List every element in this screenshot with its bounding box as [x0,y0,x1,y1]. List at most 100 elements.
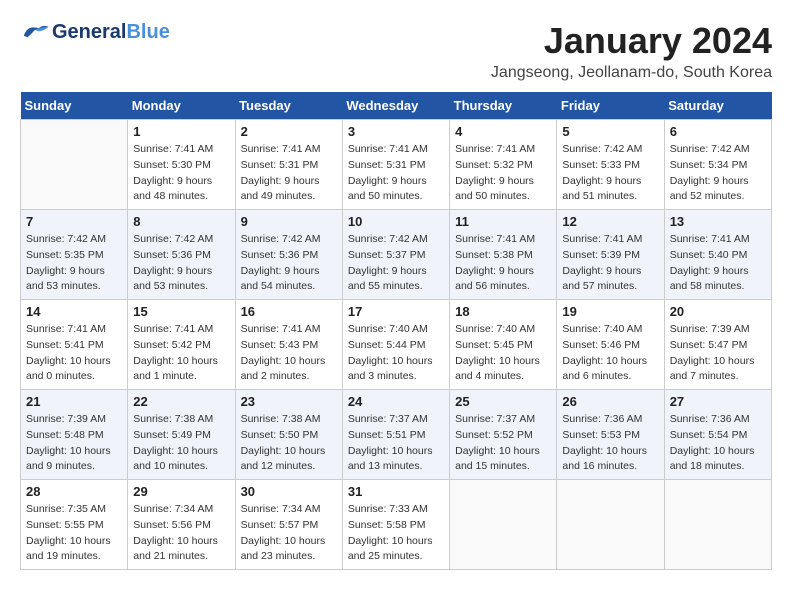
calendar-cell: 21 Sunrise: 7:39 AMSunset: 5:48 PMDayligh… [21,390,128,480]
day-number: 17 [348,304,444,319]
calendar-cell [557,480,664,570]
calendar-cell [664,480,771,570]
calendar-cell: 1 Sunrise: 7:41 AMSunset: 5:30 PMDaylight… [128,120,235,210]
calendar-cell: 12 Sunrise: 7:41 AMSunset: 5:39 PMDayligh… [557,210,664,300]
day-info: Sunrise: 7:42 AMSunset: 5:37 PMDaylight:… [348,232,444,295]
calendar-cell: 30 Sunrise: 7:34 AMSunset: 5:57 PMDayligh… [235,480,342,570]
week-row-5: 28 Sunrise: 7:35 AMSunset: 5:55 PMDayligh… [21,480,772,570]
day-info: Sunrise: 7:41 AMSunset: 5:40 PMDaylight:… [670,232,766,295]
day-info: Sunrise: 7:41 AMSunset: 5:38 PMDaylight:… [455,232,551,295]
calendar-cell: 20 Sunrise: 7:39 AMSunset: 5:47 PMDayligh… [664,300,771,390]
calendar-cell: 6 Sunrise: 7:42 AMSunset: 5:34 PMDaylight… [664,120,771,210]
day-info: Sunrise: 7:41 AMSunset: 5:32 PMDaylight:… [455,142,551,205]
calendar-cell: 11 Sunrise: 7:41 AMSunset: 5:38 PMDayligh… [450,210,557,300]
weekday-header-saturday: Saturday [664,92,771,120]
day-number: 22 [133,394,229,409]
calendar-cell: 14 Sunrise: 7:41 AMSunset: 5:41 PMDayligh… [21,300,128,390]
calendar-cell [21,120,128,210]
day-info: Sunrise: 7:41 AMSunset: 5:41 PMDaylight:… [26,322,122,385]
day-number: 1 [133,124,229,139]
calendar-cell: 24Sunrise: 7:37 AMSunset: 5:51 PMDayligh… [342,390,449,480]
day-number: 15 [133,304,229,319]
day-info: Sunrise: 7:41 AMSunset: 5:31 PMDaylight:… [348,142,444,205]
calendar-cell: 5 Sunrise: 7:42 AMSunset: 5:33 PMDaylight… [557,120,664,210]
day-number: 31 [348,484,444,499]
day-number: 14 [26,304,122,319]
day-info: Sunrise: 7:42 AMSunset: 5:36 PMDaylight:… [241,232,337,295]
day-info: Sunrise: 7:40 AMSunset: 5:45 PMDaylight:… [455,322,551,385]
day-number: 16 [241,304,337,319]
day-info: Sunrise: 7:37 AMSunset: 5:52 PMDaylight:… [455,412,551,475]
day-number: 10 [348,214,444,229]
calendar-cell: 7 Sunrise: 7:42 AMSunset: 5:35 PMDaylight… [21,210,128,300]
week-row-2: 7 Sunrise: 7:42 AMSunset: 5:35 PMDaylight… [21,210,772,300]
logo-general-text: General [52,21,126,43]
day-number: 11 [455,214,551,229]
day-info: Sunrise: 7:34 AMSunset: 5:56 PMDaylight:… [133,502,229,565]
day-number: 27 [670,394,766,409]
day-info: Sunrise: 7:42 AMSunset: 5:35 PMDaylight:… [26,232,122,295]
weekday-header-row: SundayMondayTuesdayWednesdayThursdayFrid… [21,92,772,120]
day-number: 9 [241,214,337,229]
day-number: 26 [562,394,658,409]
day-number: 24 [348,394,444,409]
calendar-cell: 25 Sunrise: 7:37 AMSunset: 5:52 PMDayligh… [450,390,557,480]
calendar-cell: 9 Sunrise: 7:42 AMSunset: 5:36 PMDaylight… [235,210,342,300]
day-number: 23 [241,394,337,409]
title-block: January 2024 Jangseong, Jeollanam-do, So… [491,20,772,82]
day-number: 13 [670,214,766,229]
weekday-header-thursday: Thursday [450,92,557,120]
calendar-cell: 2Sunrise: 7:41 AMSunset: 5:31 PMDaylight… [235,120,342,210]
calendar-cell: 8 Sunrise: 7:42 AMSunset: 5:36 PMDaylight… [128,210,235,300]
day-info: Sunrise: 7:41 AMSunset: 5:30 PMDaylight:… [133,142,229,205]
calendar-cell: 27 Sunrise: 7:36 AMSunset: 5:54 PMDayligh… [664,390,771,480]
day-number: 19 [562,304,658,319]
day-number: 7 [26,214,122,229]
day-info: Sunrise: 7:41 AMSunset: 5:43 PMDaylight:… [241,322,337,385]
day-number: 28 [26,484,122,499]
day-number: 25 [455,394,551,409]
calendar-cell: 16 Sunrise: 7:41 AMSunset: 5:43 PMDayligh… [235,300,342,390]
day-number: 3 [348,124,444,139]
day-number: 29 [133,484,229,499]
day-info: Sunrise: 7:41 AMSunset: 5:39 PMDaylight:… [562,232,658,295]
day-number: 6 [670,124,766,139]
day-info: Sunrise: 7:42 AMSunset: 5:36 PMDaylight:… [133,232,229,295]
logo: GeneralBlue [20,20,170,44]
weekday-header-sunday: Sunday [21,92,128,120]
day-number: 21 [26,394,122,409]
day-info: Sunrise: 7:39 AMSunset: 5:48 PMDaylight:… [26,412,122,475]
day-number: 5 [562,124,658,139]
day-info: Sunrise: 7:35 AMSunset: 5:55 PMDaylight:… [26,502,122,565]
day-info: Sunrise: 7:41 AMSunset: 5:42 PMDaylight:… [133,322,229,385]
week-row-3: 14 Sunrise: 7:41 AMSunset: 5:41 PMDayligh… [21,300,772,390]
day-info: Sunrise: 7:40 AMSunset: 5:46 PMDaylight:… [562,322,658,385]
day-info: Sunrise: 7:42 AMSunset: 5:33 PMDaylight:… [562,142,658,205]
calendar-cell [450,480,557,570]
day-info: Sunrise: 7:39 AMSunset: 5:47 PMDaylight:… [670,322,766,385]
calendar-cell: 31 Sunrise: 7:33 AMSunset: 5:58 PMDayligh… [342,480,449,570]
calendar-cell: 4Sunrise: 7:41 AMSunset: 5:32 PMDaylight… [450,120,557,210]
day-info: Sunrise: 7:34 AMSunset: 5:57 PMDaylight:… [241,502,337,565]
calendar-cell: 29 Sunrise: 7:34 AMSunset: 5:56 PMDayligh… [128,480,235,570]
day-number: 18 [455,304,551,319]
day-number: 12 [562,214,658,229]
day-info: Sunrise: 7:33 AMSunset: 5:58 PMDaylight:… [348,502,444,565]
calendar-cell: 28 Sunrise: 7:35 AMSunset: 5:55 PMDayligh… [21,480,128,570]
day-number: 20 [670,304,766,319]
day-number: 8 [133,214,229,229]
calendar-cell: 17 Sunrise: 7:40 AMSunset: 5:44 PMDayligh… [342,300,449,390]
day-info: Sunrise: 7:36 AMSunset: 5:54 PMDaylight:… [670,412,766,475]
location-subtitle: Jangseong, Jeollanam-do, South Korea [491,64,772,82]
day-number: 30 [241,484,337,499]
day-info: Sunrise: 7:36 AMSunset: 5:53 PMDaylight:… [562,412,658,475]
calendar-cell: 19 Sunrise: 7:40 AMSunset: 5:46 PMDayligh… [557,300,664,390]
calendar-cell: 15 Sunrise: 7:41 AMSunset: 5:42 PMDayligh… [128,300,235,390]
calendar-cell: 3 Sunrise: 7:41 AMSunset: 5:31 PMDaylight… [342,120,449,210]
week-row-1: 1 Sunrise: 7:41 AMSunset: 5:30 PMDaylight… [21,120,772,210]
day-info: Sunrise: 7:42 AMSunset: 5:34 PMDaylight:… [670,142,766,205]
weekday-header-friday: Friday [557,92,664,120]
month-title: January 2024 [491,20,772,62]
day-info: Sunrise: 7:40 AMSunset: 5:44 PMDaylight:… [348,322,444,385]
calendar-cell: 22Sunrise: 7:38 AMSunset: 5:49 PMDayligh… [128,390,235,480]
